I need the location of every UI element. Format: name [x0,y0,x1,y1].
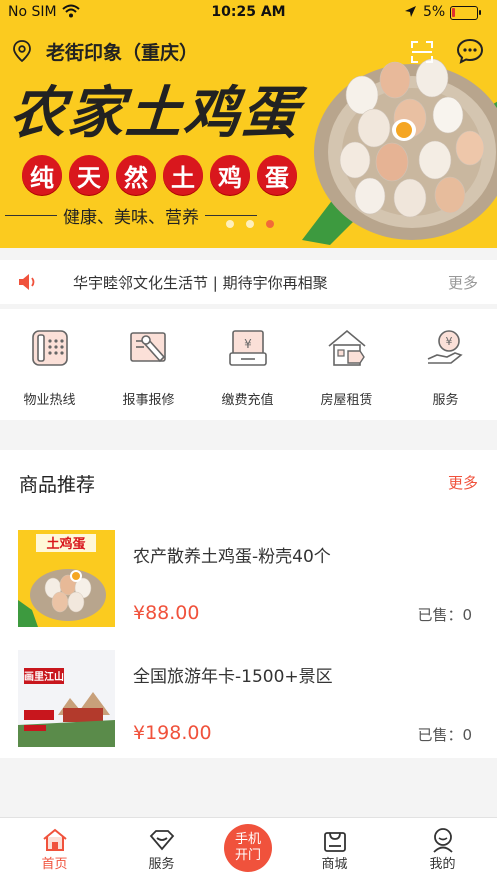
message-icon[interactable] [456,38,484,64]
travel-card-image: 画里江山 [18,650,115,747]
product-name[interactable]: 全国旅游年卡-1500+景区 [133,662,333,687]
announcement-text[interactable]: 华宇睦邻文化生活节 | 期待宇你再相聚 [73,272,328,293]
banner-badges: 纯 天 然 土 鸡 蛋 [22,155,304,195]
promo-banner[interactable]: No SIM 10:25 AM 5% 老街印象（重庆） 农家土鸡蛋 纯 天 然 … [0,0,497,248]
tab-label: 商城 [321,857,348,872]
service-more[interactable]: ¥ 服务 [396,309,495,420]
tab-home[interactable]: 首页 [5,818,104,878]
banner-tagline-text: 健康、美味、营养 [63,208,199,228]
mobile-door-open-button[interactable]: 手机 开门 [224,824,272,872]
battery-percent: 5% [423,4,446,20]
tab-shop[interactable]: 商城 [285,818,384,878]
shop-icon [324,832,346,852]
svg-text:¥: ¥ [244,337,252,351]
service-icon: ¥ [427,330,463,364]
product-sold-count: 已售：0 [417,606,472,624]
banner-title: 农家土鸡蛋 [7,80,302,146]
phone-icon [32,330,68,366]
service-label: 服务 [432,393,459,408]
scan-icon[interactable] [410,40,434,64]
tab-label: 首页 [41,857,68,872]
door-open-label-1: 手机 [234,832,261,847]
products-more-link[interactable]: 更多 [448,472,478,493]
tab-label: 我的 [429,857,456,872]
banner-badge-char: 然 [116,155,156,195]
section-title: 商品推荐 [19,474,96,496]
house-rent-icon [328,329,366,366]
repair-icon [130,332,166,363]
community-name: 老街印象（重庆） [46,41,199,64]
thumbnail-text: 画里江山 [24,670,64,683]
egg-product-image: 土鸡蛋 [18,530,115,627]
service-payment[interactable]: ¥ 缴费充值 [198,309,297,420]
location-selector[interactable]: 老街印象（重庆） [12,38,198,64]
service-label: 报事报修 [122,393,175,408]
announcement-more-link[interactable]: 更多 [448,272,478,293]
service-house-rent[interactable]: 房屋租赁 [297,309,396,420]
banner-badge-char: 土 [163,155,203,195]
location-arrow-icon [405,6,416,17]
thumbnail-text: 土鸡蛋 [46,536,85,552]
home-icon [43,828,67,851]
product-item[interactable]: 画里江山 全国旅游年卡-1500+景区 ¥198.00 已售：0 [0,650,497,750]
carousel-dot[interactable] [246,220,254,228]
service-label: 物业热线 [23,393,76,408]
svg-text:¥: ¥ [446,335,453,348]
tab-label: 服务 [148,857,175,872]
banner-tagline: 健康、美味、营养 [5,203,257,228]
tab-service[interactable]: 服务 [112,818,211,878]
service-report-repair[interactable]: 报事报修 [99,309,198,420]
product-price: ¥198.00 [133,722,212,744]
egg-basket-image [302,58,497,245]
carousel-dot-active[interactable] [266,220,274,228]
status-bar: No SIM 10:25 AM 5% [0,0,497,26]
announcement-bar[interactable]: 华宇睦邻文化生活节 | 期待宇你再相聚 更多 [0,260,497,304]
tab-profile[interactable]: 我的 [393,818,492,878]
service-label: 缴费充值 [221,393,274,408]
battery-icon [450,6,481,20]
bottom-tab-bar: 首页 服务 手机 开门 商城 我的 [0,817,497,883]
product-item[interactable]: 土鸡蛋 农产散养土鸡蛋-粉壳40个 ¥88.00 已售：0 [0,530,497,630]
service-label: 房屋租赁 [320,393,373,408]
banner-badge-char: 蛋 [257,155,297,195]
product-recommendations: 商品推荐 更多 土鸡蛋 农产散养土鸡蛋-粉壳40个 ¥88.00 已售：0 画里… [0,450,497,758]
product-thumbnail[interactable]: 画里江山 [18,650,115,747]
carousel-indicator[interactable] [226,220,286,228]
quick-services: 物业热线 报事报修 ¥ 缴费充值 房屋租赁 ¥ 服务 [0,309,497,420]
product-name[interactable]: 农产散养土鸡蛋-粉壳40个 [133,542,331,567]
banner-badge-char: 纯 [22,155,62,195]
product-sold-count: 已售：0 [417,726,472,744]
door-open-label-2: 开门 [234,848,261,863]
carousel-dot[interactable] [226,220,234,228]
payment-icon: ¥ [229,330,267,366]
product-thumbnail[interactable]: 土鸡蛋 [18,530,115,627]
profile-icon [433,828,453,853]
speaker-icon [19,274,35,290]
map-pin-icon [13,40,31,62]
service-property-hotline[interactable]: 物业热线 [0,309,99,420]
banner-badge-char: 天 [69,155,109,195]
product-price: ¥88.00 [133,602,200,624]
banner-badge-char: 鸡 [210,155,250,195]
service-tab-icon [149,830,175,851]
